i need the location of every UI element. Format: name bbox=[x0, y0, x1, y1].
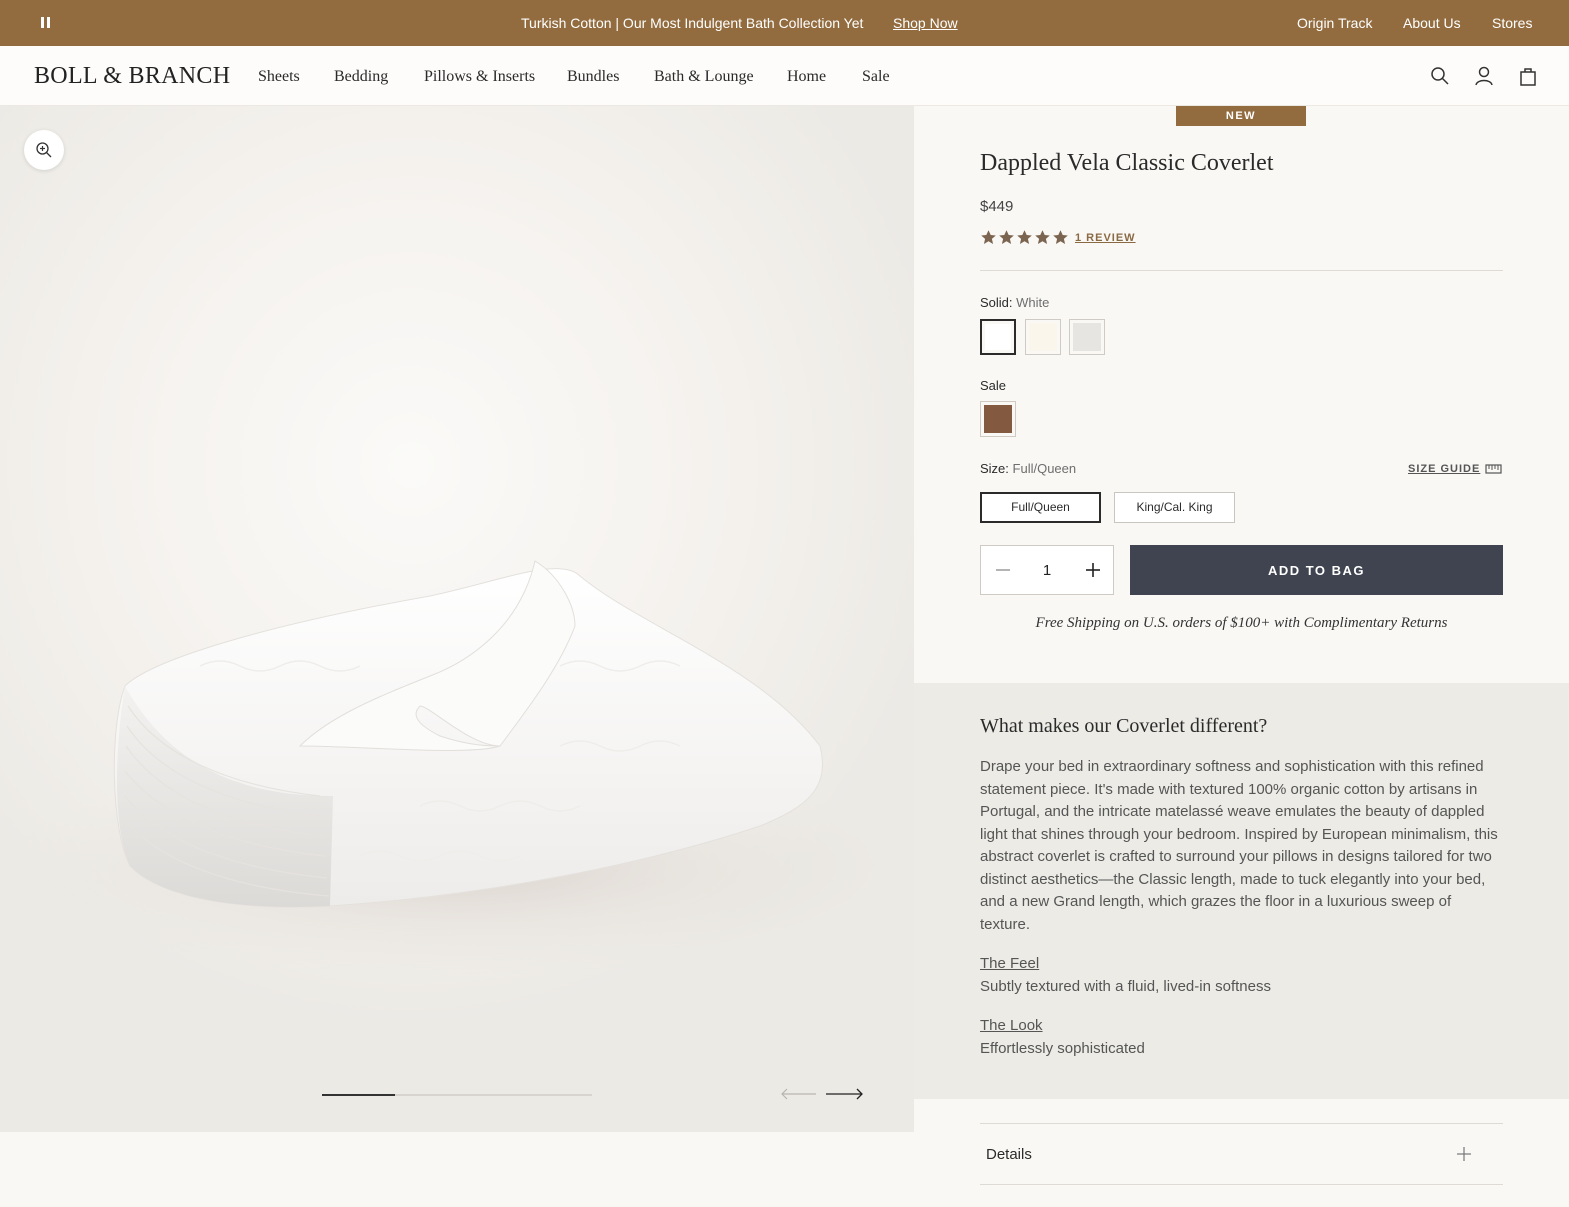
quantity-stepper bbox=[980, 545, 1114, 595]
search-icon[interactable] bbox=[1429, 65, 1451, 87]
size-value: Full/Queen bbox=[1012, 461, 1077, 476]
slide-progress-fill bbox=[322, 1094, 395, 1096]
product-title: Dappled Vela Classic Coverlet bbox=[980, 150, 1274, 176]
arrow-left-icon[interactable] bbox=[779, 1084, 819, 1104]
size-king-cal-king-button[interactable]: King/Cal. King bbox=[1114, 492, 1235, 523]
swatch-brown[interactable] bbox=[980, 401, 1016, 437]
product-price: $449 bbox=[980, 198, 1014, 215]
main-nav: BOLL & BRANCH Sheets Bedding Pillows & I… bbox=[0, 46, 1569, 106]
bag-icon[interactable] bbox=[1517, 65, 1539, 87]
account-icon[interactable] bbox=[1473, 65, 1495, 87]
description-heading: What makes our Coverlet different? bbox=[980, 715, 1268, 737]
feature-text-look: Effortlessly sophisticated bbox=[980, 1040, 1145, 1057]
plus-icon bbox=[1457, 1147, 1471, 1161]
nav-item-home[interactable]: Home bbox=[787, 68, 826, 86]
nav-item-sheets[interactable]: Sheets bbox=[258, 68, 300, 86]
size-guide-link[interactable]: SIZE GUIDE bbox=[1408, 463, 1480, 475]
minus-icon[interactable] bbox=[993, 560, 1013, 580]
stores-link[interactable]: Stores bbox=[1492, 15, 1532, 31]
nav-item-sale[interactable]: Sale bbox=[862, 68, 890, 86]
nav-item-bundles[interactable]: Bundles bbox=[567, 68, 619, 86]
details-label: Details bbox=[986, 1146, 1032, 1163]
solid-value: White bbox=[1016, 295, 1050, 310]
slide-progress-bar bbox=[322, 1094, 592, 1096]
divider bbox=[980, 270, 1503, 271]
promo-text: Turkish Cotton | Our Most Indulgent Bath… bbox=[521, 15, 864, 31]
star-icon bbox=[981, 230, 996, 244]
star-icon bbox=[999, 230, 1014, 244]
description-body: Drape your bed in extraordinary softness… bbox=[980, 758, 1498, 933]
announcement-bar: Turkish Cotton | Our Most Indulgent Bath… bbox=[0, 0, 1569, 46]
nav-item-pillows-inserts[interactable]: Pillows & Inserts bbox=[424, 68, 535, 86]
star-icon bbox=[1035, 230, 1050, 244]
product-gallery[interactable] bbox=[0, 106, 914, 1132]
swatch-fill bbox=[1029, 323, 1057, 351]
details-accordion[interactable]: Details bbox=[980, 1123, 1503, 1185]
ruler-icon[interactable] bbox=[1485, 463, 1502, 475]
solid-label: Solid: bbox=[980, 295, 1013, 310]
quantity-input[interactable] bbox=[1025, 558, 1069, 582]
solid-color-label: Solid: White bbox=[980, 295, 1049, 310]
size-option-label: Size: Full/Queen bbox=[980, 461, 1076, 476]
swatch-fill bbox=[985, 324, 1011, 350]
feature-title-look[interactable]: The Look bbox=[980, 1017, 1043, 1034]
new-badge: NEW bbox=[1176, 106, 1306, 126]
sale-label: Sale bbox=[980, 378, 1007, 393]
description-section: What makes our Coverlet different? Drape… bbox=[914, 683, 1569, 1099]
plus-icon[interactable] bbox=[1083, 560, 1103, 580]
origin-track-link[interactable]: Origin Track bbox=[1297, 15, 1372, 31]
feature-title-feel[interactable]: The Feel bbox=[980, 955, 1039, 972]
nav-item-bath-lounge[interactable]: Bath & Lounge bbox=[654, 68, 754, 86]
swatch-fill bbox=[984, 405, 1012, 433]
size-full-queen-button[interactable]: Full/Queen bbox=[980, 492, 1101, 523]
swatch-ivory[interactable] bbox=[1025, 319, 1061, 355]
arrow-right-icon[interactable] bbox=[825, 1084, 865, 1104]
shop-now-link[interactable]: Shop Now bbox=[893, 15, 958, 31]
shipping-note: Free Shipping on U.S. orders of $100+ wi… bbox=[1035, 615, 1448, 631]
reviews-link[interactable]: 1 REVIEW bbox=[1075, 232, 1136, 244]
swatch-light-gray[interactable] bbox=[1069, 319, 1105, 355]
star-icon bbox=[1053, 230, 1068, 244]
star-icon bbox=[1017, 230, 1032, 244]
about-us-link[interactable]: About Us bbox=[1403, 15, 1461, 31]
coverlet-image bbox=[0, 560, 914, 976]
swatch-fill bbox=[1073, 323, 1101, 351]
size-label: Size: bbox=[980, 461, 1009, 476]
nav-item-bedding[interactable]: Bedding bbox=[334, 68, 388, 86]
brand-logo[interactable]: BOLL & BRANCH bbox=[34, 63, 230, 90]
feature-text-feel: Subtly textured with a fluid, lived-in s… bbox=[980, 978, 1271, 995]
pause-icon[interactable] bbox=[38, 15, 52, 31]
add-to-bag-button[interactable]: ADD TO BAG bbox=[1130, 545, 1503, 595]
swatch-white[interactable] bbox=[980, 319, 1016, 355]
